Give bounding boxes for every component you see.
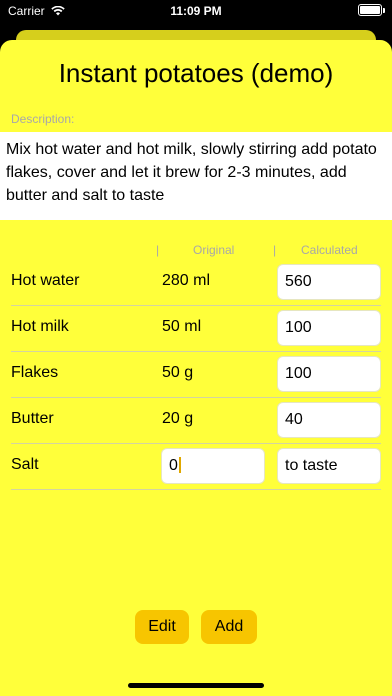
ingredient-name: Salt: [11, 456, 39, 473]
home-indicator: [128, 683, 264, 688]
status-bar: Carrier 11:09 PM: [0, 0, 392, 24]
ingredient-row: Butter 20 g 40: [0, 398, 392, 444]
original-amount: 50 ml: [162, 318, 202, 335]
ingredient-name: Flakes: [11, 364, 59, 381]
text-caret: [178, 457, 181, 473]
description-label: Description:: [11, 112, 75, 126]
calculated-field[interactable]: 100: [277, 356, 381, 392]
ingredient-name: Hot milk: [11, 318, 69, 335]
edit-button[interactable]: Edit: [135, 610, 189, 644]
ingredient-row: Salt 0 to taste: [0, 444, 392, 490]
calculated-field[interactable]: 40: [277, 402, 381, 438]
ingredient-name: Hot water: [11, 272, 80, 289]
original-amount-field[interactable]: 0: [161, 448, 265, 484]
status-time: 11:09 PM: [170, 4, 222, 18]
description-text[interactable]: Mix hot water and hot milk, slowly stirr…: [0, 132, 392, 220]
original-header: Original: [193, 243, 235, 257]
header-separator: |: [273, 243, 277, 257]
calculated-field[interactable]: to taste: [277, 448, 381, 484]
original-amount: 50 g: [162, 364, 194, 381]
original-amount-value: 0: [169, 457, 178, 474]
ingredient-row: Flakes 50 g 100: [0, 352, 392, 398]
ingredient-row: Hot water 280 ml 560: [0, 260, 392, 306]
calculated-header: Calculated: [301, 243, 358, 257]
recipe-sheet: Instant potatoes (demo) Description: Mix…: [0, 40, 392, 696]
calculated-field[interactable]: 100: [277, 310, 381, 346]
header-separator: |: [156, 243, 160, 257]
ingredient-name: Butter: [11, 410, 54, 427]
add-button[interactable]: Add: [201, 610, 257, 644]
recipe-title: Instant potatoes (demo): [58, 58, 334, 88]
ingredient-row: Hot milk 50 ml 100: [0, 306, 392, 352]
calculated-field[interactable]: 560: [277, 264, 381, 300]
original-amount: 20 g: [162, 410, 194, 427]
battery-icon: [358, 4, 385, 16]
original-amount: 280 ml: [162, 272, 211, 289]
row-divider: [11, 489, 381, 490]
